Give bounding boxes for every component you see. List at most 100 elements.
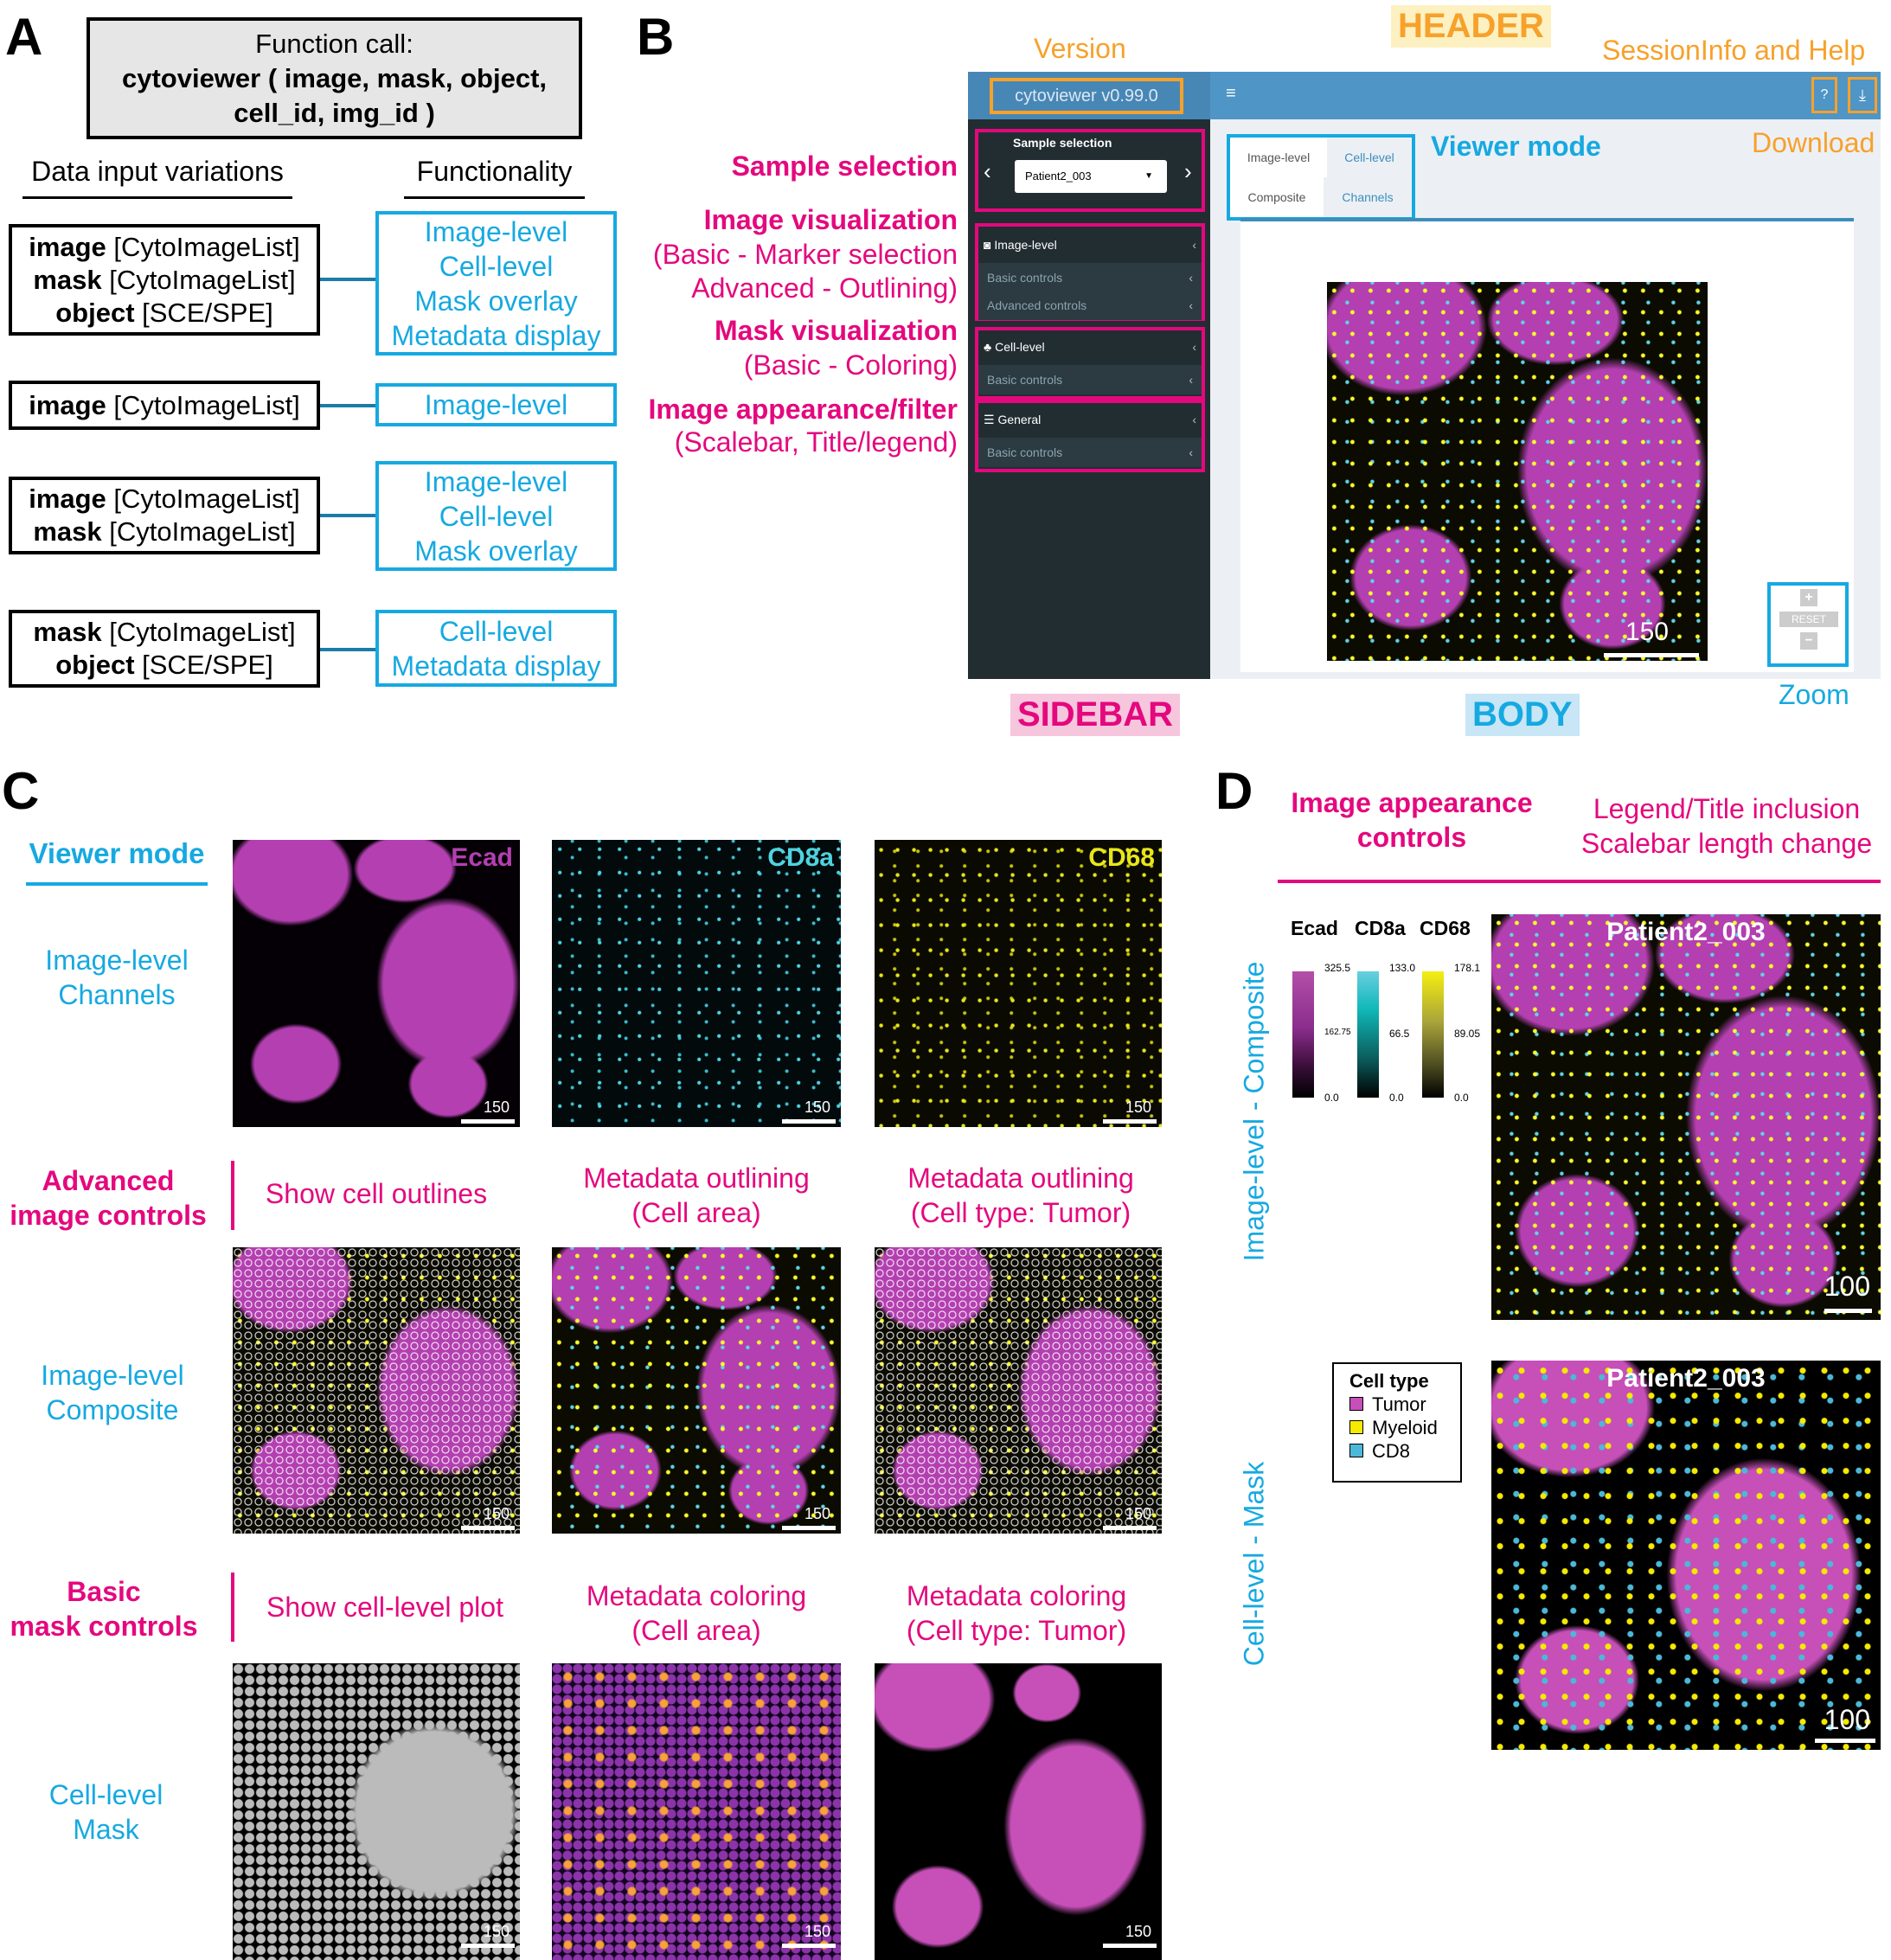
func-item: Cell-level: [439, 615, 554, 647]
caret-down-icon: ▼: [1144, 171, 1153, 181]
sidebar-item-image-advanced-controls[interactable]: Advanced controls ‹: [978, 291, 1202, 320]
tab-cell-level[interactable]: Cell-level: [1327, 138, 1412, 177]
scalebar: [1103, 1944, 1157, 1948]
sidebar-item-image-level[interactable]: ◙ Image-level ‹: [975, 227, 1205, 263]
scalebar-label: 150: [1125, 1098, 1151, 1116]
input-type: object: [55, 297, 135, 328]
swatch: [1349, 1397, 1363, 1411]
functionality-box-3: Image-level Cell-level Mask overlay: [375, 461, 617, 571]
composite-image[interactable]: 150: [1327, 282, 1708, 661]
scalebar: [1815, 1739, 1875, 1743]
col-label-coloring-tumor: Metadata coloring (Cell type: Tumor): [843, 1579, 1189, 1648]
outline-image-area: 150: [552, 1247, 841, 1534]
label-image-appearance: Image appearance/filter: [648, 394, 958, 425]
previous-sample-button[interactable]: ‹: [984, 158, 991, 185]
input-class: [SCE/SPE]: [134, 297, 273, 328]
next-sample-button[interactable]: ›: [1184, 158, 1192, 185]
channel-name: CD68: [1088, 843, 1155, 872]
colorbar-mid: 66.5: [1389, 1028, 1410, 1040]
menu-toggle-icon[interactable]: ≡: [1226, 84, 1236, 104]
sidebar-item-general-basic-controls[interactable]: Basic controls ‹: [978, 438, 1202, 467]
chevron-left-icon: ‹: [1192, 413, 1196, 426]
sample-selection-label: Sample selection: [1013, 136, 1112, 150]
scalebar-label: 150: [1125, 1923, 1151, 1940]
functionality-box-4: Cell-level Metadata display: [375, 610, 617, 687]
sidebar-item-cell-level[interactable]: ♣ Cell-level ‹: [975, 329, 1205, 365]
mask-image-area: 150: [552, 1663, 841, 1960]
input-type: mask: [33, 516, 102, 547]
header-line: Legend/Title inclusion: [1593, 793, 1861, 824]
version-label: cytoviewer v0.99.0: [990, 78, 1183, 114]
swatch: [1349, 1420, 1363, 1434]
func-item: Cell-level: [439, 250, 554, 282]
help-button[interactable]: ?: [1811, 77, 1837, 113]
mask-image-tumor: 150: [875, 1663, 1162, 1960]
input-class: [CytoImageList]: [101, 617, 296, 647]
sample-select[interactable]: Patient2_003 ▼: [1015, 160, 1167, 193]
scalebar-label: 150: [1625, 618, 1669, 646]
scalebar-label: 150: [483, 1505, 510, 1522]
scalebar-label: 100: [1824, 1271, 1870, 1302]
func-item: Image-level: [424, 215, 568, 247]
panel-label-b: B: [637, 8, 675, 66]
input-class: [CytoImageList]: [101, 516, 296, 547]
col-label-line: Metadata outlining: [583, 1163, 810, 1194]
legend-cd8a-title: CD8a: [1355, 917, 1406, 939]
zoom-in-button[interactable]: +: [1800, 589, 1817, 606]
mask-celltype-image: Patient2_003 100: [1491, 1361, 1881, 1750]
channel-name: Ecad: [451, 843, 513, 872]
colorbar-min: 0.0: [1324, 1092, 1339, 1104]
viewer-mode-annotation: Viewer mode: [1431, 131, 1601, 162]
scalebar: [1824, 1309, 1872, 1313]
label-sample-selection: Sample selection: [731, 151, 958, 182]
input-box-1: image [CytoImageList] mask [CytoImageLis…: [9, 224, 320, 336]
sidebar-item-label: General: [997, 413, 1042, 426]
legend-label: CD8: [1372, 1440, 1411, 1462]
label-image-visualization-sub1: (Basic - Marker selection: [652, 239, 958, 270]
colorbar-cd68: [1422, 971, 1444, 1098]
chevron-left-icon: ‹: [1192, 238, 1196, 252]
zoom-out-button[interactable]: −: [1800, 632, 1817, 650]
scalebar: [782, 1944, 836, 1948]
connector: [320, 514, 375, 517]
image-title: Patient2_003: [1606, 918, 1766, 946]
col-label-cell-plot: Show cell-level plot: [266, 1592, 503, 1623]
download-button[interactable]: ⤓: [1848, 77, 1877, 113]
swatch: [1349, 1444, 1363, 1457]
reset-button[interactable]: RESET: [1779, 612, 1838, 627]
legend-item-cd8: CD8: [1349, 1439, 1460, 1463]
header-line: controls: [1356, 822, 1467, 853]
func-item: Metadata display: [391, 319, 601, 351]
camera-icon: ◙: [984, 238, 995, 252]
cytoviewer-app: ≡ ? ⤓ cytoviewer v0.99.0 Sample selectio…: [968, 72, 1881, 679]
col-label-coloring-area: Metadata coloring (Cell area): [528, 1579, 865, 1648]
row-label-line: Advanced: [42, 1165, 175, 1196]
sample-value: Patient2_003: [1025, 170, 1092, 183]
tab-channels[interactable]: Channels: [1324, 177, 1412, 217]
sidebar-item-general[interactable]: ☰ General ‹: [975, 401, 1205, 438]
colorbar-mid: 162.75: [1324, 1028, 1351, 1037]
colorbar-min: 0.0: [1389, 1092, 1404, 1104]
connector: [320, 278, 375, 281]
sidebar-item-image-basic-controls[interactable]: Basic controls ‹: [978, 263, 1202, 292]
scalebar: [461, 1944, 515, 1948]
tab-composite[interactable]: Composite: [1230, 177, 1324, 217]
function-call-box: Function call: cytoviewer ( image, mask,…: [87, 17, 582, 139]
scalebar: [1103, 1119, 1157, 1124]
col-label-line: (Cell type: Tumor): [910, 1197, 1131, 1228]
function-call-title: Function call:: [255, 28, 413, 59]
sidebar-item-cell-basic-controls[interactable]: Basic controls ‹: [978, 365, 1202, 394]
tab-image-level[interactable]: Image-level: [1230, 138, 1327, 177]
input-class: [CytoImageList]: [106, 389, 300, 420]
input-type: mask: [33, 264, 102, 295]
colorbar-max: 325.5: [1324, 962, 1351, 974]
channel-image-ecad: Ecad 150: [233, 840, 520, 1127]
input-type: object: [55, 650, 135, 680]
col-label-line: (Cell type: Tumor): [906, 1615, 1127, 1646]
panel-label-a: A: [5, 8, 43, 66]
legend-title: Cell type: [1349, 1370, 1429, 1392]
col-label-line: Metadata coloring: [906, 1580, 1127, 1611]
legend-cd68-title: CD68: [1420, 917, 1471, 939]
func-item: Image-level: [424, 389, 568, 420]
scalebar: [1604, 653, 1699, 657]
